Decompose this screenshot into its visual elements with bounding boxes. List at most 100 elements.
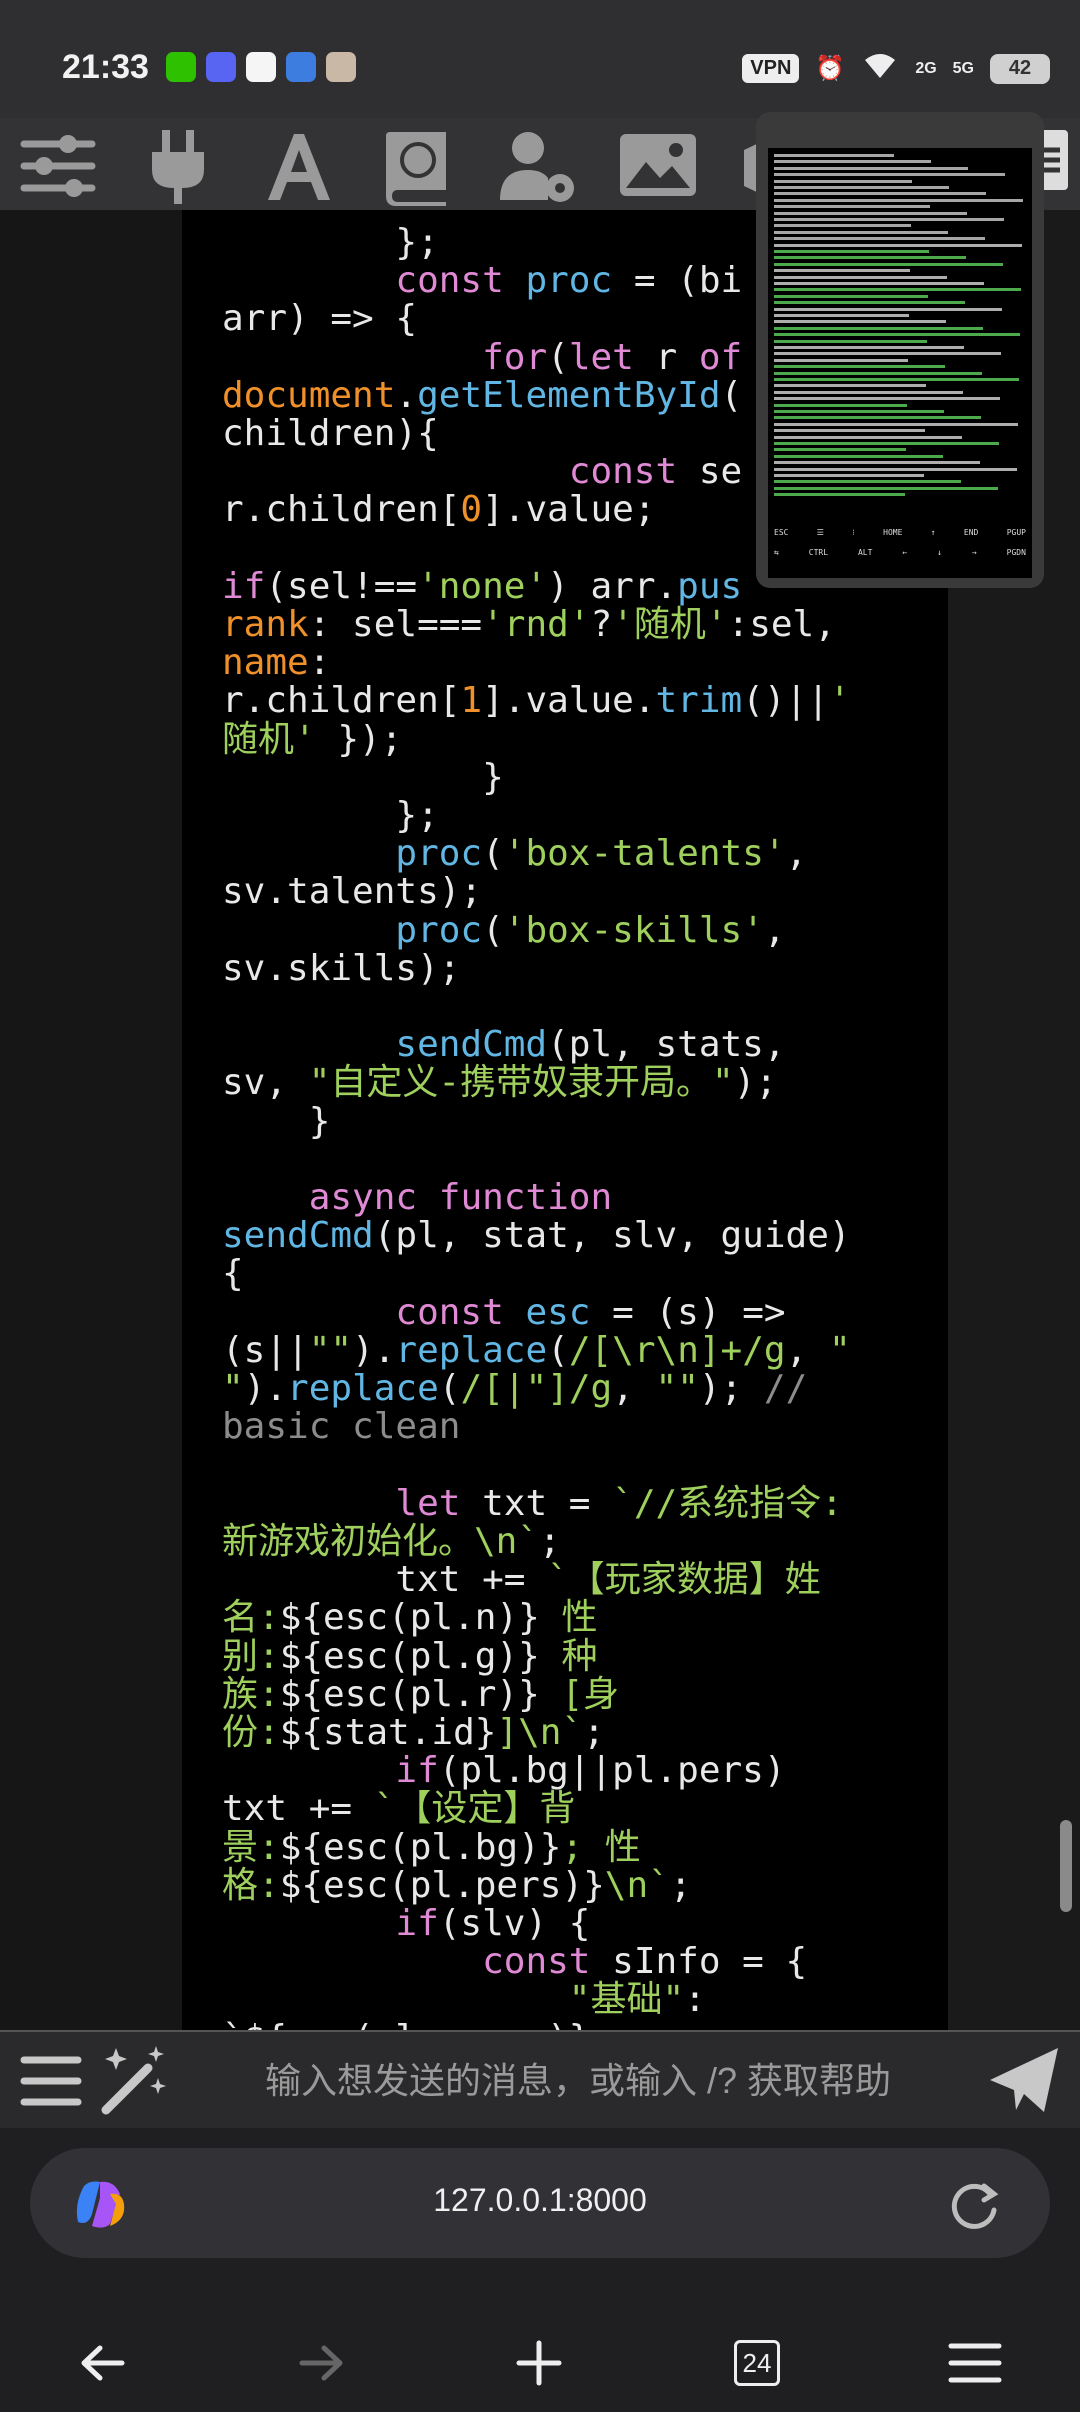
new-tab-button[interactable] [494, 2318, 584, 2408]
terminal-text-line [774, 275, 947, 279]
reload-icon[interactable] [944, 2174, 1004, 2234]
terminal-text-line [774, 365, 945, 369]
tab-count: 24 [734, 2340, 780, 2386]
browser-bottom-bar: 127.0.0.1:8000 24 [0, 2128, 1080, 2412]
code-line: 别:${esc(pl.g)} 种 [222, 1635, 598, 1677]
terminal-text-line [774, 403, 907, 407]
terminal-text-line [774, 198, 1023, 202]
terminal-key[interactable]: PGUP [1007, 528, 1026, 537]
terminal-key[interactable]: → [972, 548, 977, 557]
code-line: const esc = (s) => [395, 1291, 786, 1333]
tabs-button[interactable]: 24 [712, 2318, 802, 2408]
forward-arrow-icon [299, 2345, 343, 2381]
terminal-key[interactable]: ☰ [817, 528, 824, 537]
sliders-icon[interactable] [18, 126, 98, 206]
magic-wand-icon[interactable] [96, 2044, 176, 2116]
code-line: } [222, 1100, 331, 1142]
terminal-key[interactable]: END [964, 528, 978, 537]
avatar-app-icon [326, 52, 356, 82]
terminal-text-line [774, 166, 968, 170]
menu-icon[interactable] [18, 2050, 84, 2112]
terminal-text-line [774, 333, 1020, 337]
code-line: const se [568, 451, 743, 493]
code-line: ").replace(/[|"]/g, ""); // [222, 1368, 808, 1410]
terminal-text-line [774, 480, 961, 484]
terminal-text-line [774, 154, 894, 157]
terminal-text-line [774, 326, 983, 330]
terminal-key[interactable]: ⁝ [852, 528, 855, 537]
back-button[interactable] [58, 2318, 148, 2408]
code-line: arr) => { [222, 298, 418, 340]
code-line: for(let r of [482, 336, 743, 378]
terminal-text-line [774, 243, 1022, 247]
code-line: `${esc(slv.name)} [222, 2018, 590, 2030]
code-line: } [222, 756, 504, 798]
terminal-text-line [774, 192, 986, 196]
terminal-key[interactable]: ALT [858, 548, 872, 557]
terminal-text-line [774, 454, 943, 458]
code-line: 随机' }); [222, 718, 403, 760]
terminal-text-line [774, 352, 1001, 356]
font-icon[interactable] [258, 126, 338, 206]
terminal-key[interactable]: ⇆ [774, 548, 779, 557]
code-line: sendCmd(pl, stat, slv, guide) [222, 1215, 851, 1257]
code-line: const sInfo = { [482, 1941, 808, 1983]
forward-button[interactable] [276, 2318, 366, 2408]
terminal-text-line [774, 346, 964, 349]
terminal-text-line [774, 294, 928, 298]
terminal-text-line [774, 186, 949, 189]
terminal-key[interactable]: ← [902, 548, 907, 557]
address-bar[interactable]: 127.0.0.1:8000 [30, 2148, 1050, 2258]
code-line: 景:${esc(pl.bg)}; 性 [222, 1826, 641, 1868]
terminal-text-line [774, 256, 966, 260]
terminal-screen: ESC ☰ ⁝ HOME ↑ END PGUP ⇆ CTRL ALT ← ↓ → PGDN [768, 148, 1032, 578]
terminal-text-line [774, 269, 910, 273]
floating-terminal-window[interactable]: ESC ☰ ⁝ HOME ↑ END PGUP ⇆ CTRL ALT ← ↓ → PGDN [756, 112, 1044, 588]
browser-menu-button[interactable] [930, 2318, 1020, 2408]
app-100-icon [286, 52, 316, 82]
code-line: let txt = `//系统指令: [395, 1482, 843, 1524]
browser-nav-row: 24 [0, 2318, 1080, 2408]
plug-icon[interactable] [138, 126, 218, 206]
terminal-text-line [774, 474, 924, 477]
code-line: async function [308, 1177, 613, 1219]
terminal-text-line [774, 339, 927, 343]
scrollbar-thumb[interactable] [1060, 1820, 1072, 1912]
terminal-text-line [774, 442, 999, 445]
terminal-key[interactable]: ↓ [937, 548, 942, 557]
user-settings-icon[interactable] [498, 126, 578, 206]
terminal-key[interactable]: ESC [774, 528, 788, 537]
terminal-text-line [774, 397, 1000, 401]
terminal-text-line [774, 160, 931, 164]
status-time: 21:33 [62, 48, 149, 86]
code-line: 新游戏初始化。\n`; [222, 1520, 561, 1562]
system-icons: VPN ⏰ 2G 5G 42 [742, 50, 1050, 87]
terminal-text-line [774, 429, 925, 433]
code-line: r.children[1].value.trim()||' [222, 680, 851, 722]
send-icon[interactable] [986, 2044, 1062, 2116]
terminal-text-line [774, 461, 980, 465]
vpn-icon: VPN [742, 54, 800, 83]
book-globe-icon[interactable] [378, 126, 458, 206]
code-line: sv.talents); [222, 871, 483, 913]
code-line: "基础": [568, 1979, 706, 2021]
terminal-text-line [774, 250, 929, 253]
chat-message-input[interactable] [196, 2040, 960, 2122]
terminal-key[interactable]: CTRL [809, 548, 828, 557]
code-line: proc('box-skills', [395, 909, 786, 951]
alarm-icon: ⏰ [815, 55, 846, 82]
plus-icon [516, 2340, 562, 2386]
terminal-key[interactable]: ↑ [931, 528, 936, 537]
terminal-key[interactable]: HOME [883, 528, 902, 537]
terminal-text-line [774, 384, 926, 388]
terminal-text-line [774, 467, 1017, 471]
back-arrow-icon [81, 2345, 125, 2381]
terminal-text-line [774, 301, 965, 305]
code-line: sv.skills); [222, 947, 461, 989]
terminal-text-line [774, 486, 998, 490]
terminal-key[interactable]: PGDN [1007, 548, 1026, 557]
code-line: r.children[0].value; [222, 489, 656, 531]
terminal-text-line [774, 448, 906, 452]
image-icon[interactable] [618, 126, 698, 206]
wifi-icon [861, 50, 899, 87]
